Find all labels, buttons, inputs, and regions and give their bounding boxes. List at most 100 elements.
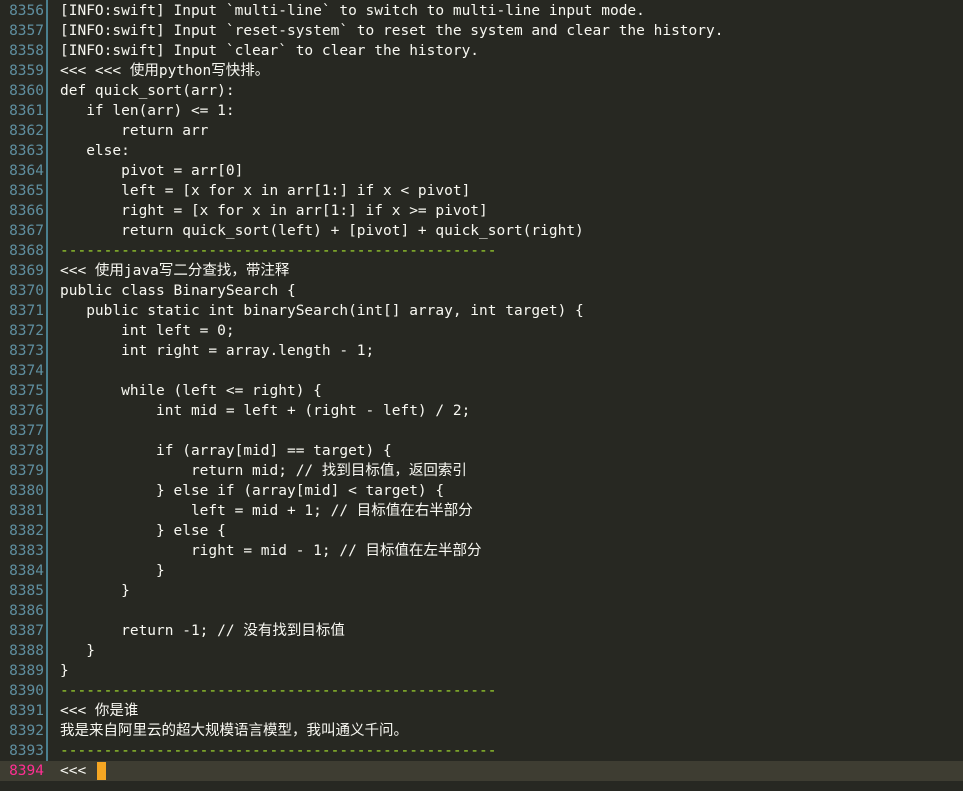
terminal-line: 8387 return -1; // 没有找到目标值 (0, 621, 963, 641)
terminal-line: 8393 ------------------------------------… (0, 741, 963, 761)
terminal-line: 8365 left = [x for x in arr[1:] if x < p… (0, 181, 963, 201)
terminal-line: 8390 ------------------------------------… (0, 681, 963, 701)
terminal-line: 8378 if (array[mid] == target) { (0, 441, 963, 461)
line-number: 8391 (9, 703, 44, 719)
terminal-line: 8386 (0, 601, 963, 621)
line-number: 8385 (9, 583, 44, 599)
line-number: 8369 (9, 263, 44, 279)
line-number: 8392 (9, 723, 44, 739)
terminal-line: 8366 right = [x for x in arr[1:] if x >=… (0, 201, 963, 221)
line-number: 8365 (9, 183, 44, 199)
terminal-editor[interactable]: 8356 [INFO:swift] Input `multi-line` to s… (0, 0, 963, 791)
line-number: 8360 (9, 83, 44, 99)
terminal-line: 8356 [INFO:swift] Input `multi-line` to s… (0, 1, 963, 21)
terminal-line: 8372 int left = 0; (0, 321, 963, 341)
line-number: 8358 (9, 43, 44, 59)
text-cursor (96, 762, 106, 780)
line-number: 8359 (9, 63, 44, 79)
line-number: 8367 (9, 223, 44, 239)
line-text: return -1; // 没有找到目标值 (60, 623, 345, 639)
line-text: public class BinarySearch { (60, 283, 296, 299)
line-text: int left = 0; (60, 323, 235, 339)
line-text: } else { (60, 523, 226, 539)
line-number: 8375 (9, 383, 44, 399)
line-number: 8394 (9, 763, 44, 779)
line-text: int right = array.length - 1; (60, 343, 375, 359)
line-text: public static int binarySearch(int[] arr… (60, 303, 584, 319)
terminal-line: 8369 <<< 使用java写二分查找，带注释 (0, 261, 963, 281)
line-text: ----------------------------------------… (60, 243, 497, 259)
terminal-line: 8383 right = mid - 1; // 目标值在左半部分 (0, 541, 963, 561)
line-number: 8390 (9, 683, 44, 699)
line-number: 8379 (9, 463, 44, 479)
terminal-line: 8357 [INFO:swift] Input `reset-system` to… (0, 21, 963, 41)
terminal-line: 8373 int right = array.length - 1; (0, 341, 963, 361)
line-number: 8382 (9, 523, 44, 539)
terminal-line: 8359 <<< <<< 使用python写快排。 (0, 61, 963, 81)
terminal-line: 8371 public static int binarySearch(int[… (0, 301, 963, 321)
line-text: return arr (60, 123, 209, 139)
line-number: 8368 (9, 243, 44, 259)
line-text: } (60, 663, 69, 679)
line-number: 8377 (9, 423, 44, 439)
terminal-line: 8370 public class BinarySearch { (0, 281, 963, 301)
terminal-line: 8361 if len(arr) <= 1: (0, 101, 963, 121)
line-number: 8386 (9, 603, 44, 619)
line-text: } (60, 643, 95, 659)
terminal-line: 8362 return arr (0, 121, 963, 141)
line-number: 8357 (9, 23, 44, 39)
line-number: 8366 (9, 203, 44, 219)
line-number: 8380 (9, 483, 44, 499)
line-number: 8387 (9, 623, 44, 639)
line-text: <<< 你是谁 (60, 703, 139, 719)
terminal-line: 8380 } else if (array[mid] < target) { (0, 481, 963, 501)
terminal-line: 8360 def quick_sort(arr): (0, 81, 963, 101)
terminal-line: 8377 (0, 421, 963, 441)
line-number: 8388 (9, 643, 44, 659)
line-text: ----------------------------------------… (60, 743, 497, 759)
line-number: 8361 (9, 103, 44, 119)
line-number: 8362 (9, 123, 44, 139)
line-number: 8381 (9, 503, 44, 519)
terminal-line: 8385 } (0, 581, 963, 601)
terminal-line: 8382 } else { (0, 521, 963, 541)
line-text: left = mid + 1; // 目标值在右半部分 (60, 503, 473, 519)
line-text: int mid = left + (right - left) / 2; (60, 403, 471, 419)
line-number: 8371 (9, 303, 44, 319)
line-number: 8372 (9, 323, 44, 339)
terminal-line: 8368 ------------------------------------… (0, 241, 963, 261)
terminal-line: 8394 <<< (0, 761, 963, 781)
line-text: right = [x for x in arr[1:] if x >= pivo… (60, 203, 488, 219)
terminal-line: 8374 (0, 361, 963, 381)
terminal-line: 8391 <<< 你是谁 (0, 701, 963, 721)
line-number: 8356 (9, 3, 44, 19)
line-text: 我是来自阿里云的超大规模语言模型，我叫通义千问。 (60, 723, 408, 739)
terminal-line: 8384 } (0, 561, 963, 581)
terminal-line: 8376 int mid = left + (right - left) / 2… (0, 401, 963, 421)
terminal-line: 8358 [INFO:swift] Input `clear` to clear … (0, 41, 963, 61)
terminal-line: 8381 left = mid + 1; // 目标值在右半部分 (0, 501, 963, 521)
line-number: 8363 (9, 143, 44, 159)
line-number: 8383 (9, 543, 44, 559)
line-text: <<< 使用java写二分查找，带注释 (60, 263, 290, 279)
line-number: 8374 (9, 363, 44, 379)
line-number: 8370 (9, 283, 44, 299)
line-text: <<< <<< 使用python写快排。 (60, 63, 270, 79)
terminal-line: 8363 else: (0, 141, 963, 161)
line-text: return quick_sort(left) + [pivot] + quic… (60, 223, 584, 239)
line-text: } else if (array[mid] < target) { (60, 483, 445, 499)
line-number: 8393 (9, 743, 44, 759)
terminal-line: 8367 return quick_sort(left) + [pivot] +… (0, 221, 963, 241)
line-text: [INFO:swift] Input `clear` to clear the … (60, 43, 480, 59)
line-number: 8364 (9, 163, 44, 179)
line-number: 8384 (9, 563, 44, 579)
line-text: return mid; // 找到目标值，返回索引 (60, 463, 467, 479)
line-text: def quick_sort(arr): (60, 83, 235, 99)
line-text: } (60, 563, 165, 579)
line-number: 8376 (9, 403, 44, 419)
line-text: else: (60, 143, 130, 159)
input-prompt[interactable]: <<< (60, 761, 106, 781)
line-text: [INFO:swift] Input `multi-line` to switc… (60, 3, 645, 19)
line-number: 8373 (9, 343, 44, 359)
terminal-line: 8389} (0, 661, 963, 681)
